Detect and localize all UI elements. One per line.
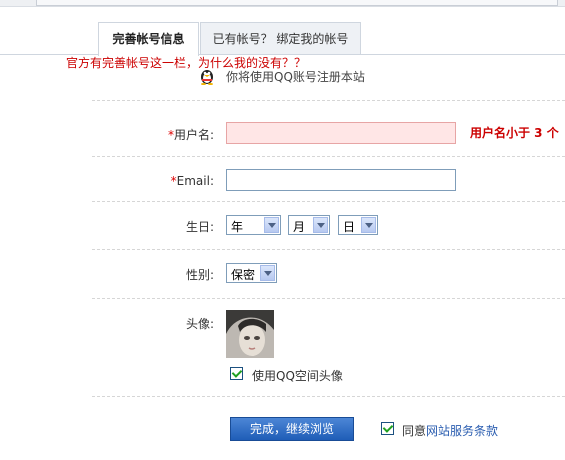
gender-select[interactable]: 保密 [226, 263, 277, 283]
divider [92, 249, 565, 250]
birth-day-select[interactable]: 日 [338, 215, 378, 235]
divider [92, 396, 565, 397]
qq-penguin-icon [201, 70, 213, 85]
tab-bind-existing-account[interactable]: 已有帐号？ 绑定我的帐号 [200, 22, 361, 55]
username-input[interactable] [226, 122, 456, 144]
birthday-label: 生日: [185, 220, 214, 234]
gender-label: 性别: [185, 268, 214, 282]
divider [92, 298, 565, 299]
use-qq-avatar-label: 使用QQ空间头像 [252, 369, 343, 383]
birth-day-value: 日 [343, 220, 356, 234]
email-label: *Email: [96, 174, 214, 188]
birth-year-value: 年 [231, 220, 244, 234]
chevron-down-icon [313, 217, 328, 233]
terms-link[interactable]: 网站服务条款 [426, 424, 498, 438]
avatar-label: 头像: [185, 317, 214, 331]
top-address-bar [0, 0, 565, 7]
birth-month-value: 月 [293, 220, 306, 234]
qq-register-notice: 你将使用QQ账号注册本站 [226, 70, 365, 84]
chevron-down-icon [260, 265, 275, 281]
divider [92, 100, 565, 101]
submit-button[interactable]: 完成，继续浏览 [230, 417, 354, 441]
email-input[interactable] [226, 169, 456, 191]
avatar [226, 310, 274, 358]
email-label-text: Email: [176, 174, 214, 188]
use-qq-avatar-checkbox[interactable] [230, 367, 243, 380]
agree-terms-label: 同意网站服务条款 [402, 422, 498, 439]
chevron-down-icon [361, 217, 376, 233]
divider [92, 156, 565, 157]
divider [92, 201, 565, 202]
agree-terms-checkbox[interactable] [381, 422, 394, 435]
birth-year-select[interactable]: 年 [226, 215, 281, 235]
username-label-text: 用户名: [173, 128, 214, 142]
username-label: *用户名: [96, 126, 214, 143]
tab-complete-account[interactable]: 完善帐号信息 [98, 22, 199, 56]
username-error-message: 用户名小于 3 个 [470, 126, 559, 140]
gender-value: 保密 [231, 268, 256, 282]
birth-month-select[interactable]: 月 [288, 215, 330, 235]
chevron-down-icon [264, 217, 279, 233]
agree-terms-prefix: 同意 [402, 424, 427, 438]
